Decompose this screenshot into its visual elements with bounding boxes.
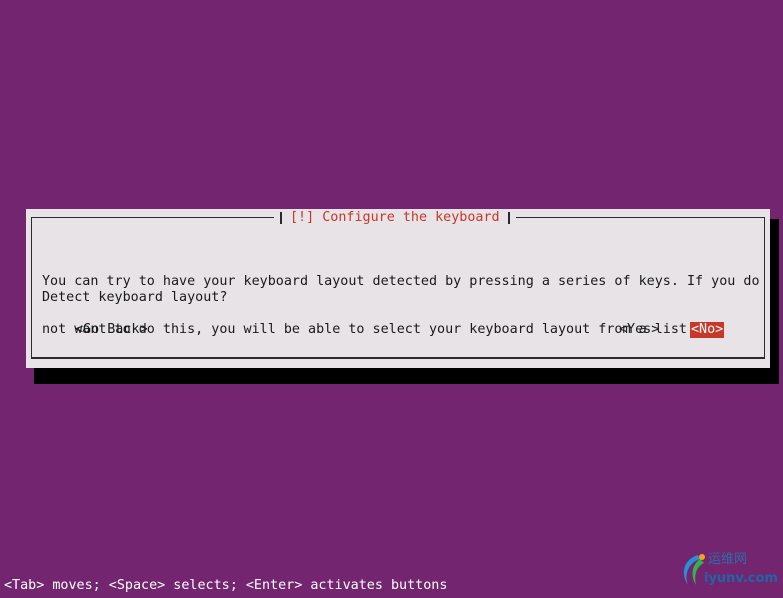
site-watermark: 运维网 iyunv.com [678,551,780,591]
dialog-title-bar: [!] Configure the keyboard [274,209,516,226]
watermark-chinese-text: 运维网 [708,552,748,567]
installer-screen: [!] Configure the keyboard You can try t… [0,0,783,598]
no-button[interactable]: <No> [690,322,725,338]
dialog-title: [!] Configure the keyboard [290,209,500,225]
watermark-domain-text: iyunv.com [704,571,778,586]
description-line-1: You can try to have your keyboard layout… [42,274,760,289]
keyboard-config-dialog: [!] Configure the keyboard You can try t… [26,209,770,368]
go-back-button[interactable]: <Go Back> [74,322,149,338]
title-right-bar [507,211,510,224]
key-help-status-line: <Tab> moves; <Space> selects; <Enter> ac… [4,578,448,593]
dialog-description: You can try to have your keyboard layout… [42,242,760,370]
yes-button[interactable]: <Yes> [618,322,660,338]
detect-layout-question: Detect keyboard layout? [42,290,228,305]
